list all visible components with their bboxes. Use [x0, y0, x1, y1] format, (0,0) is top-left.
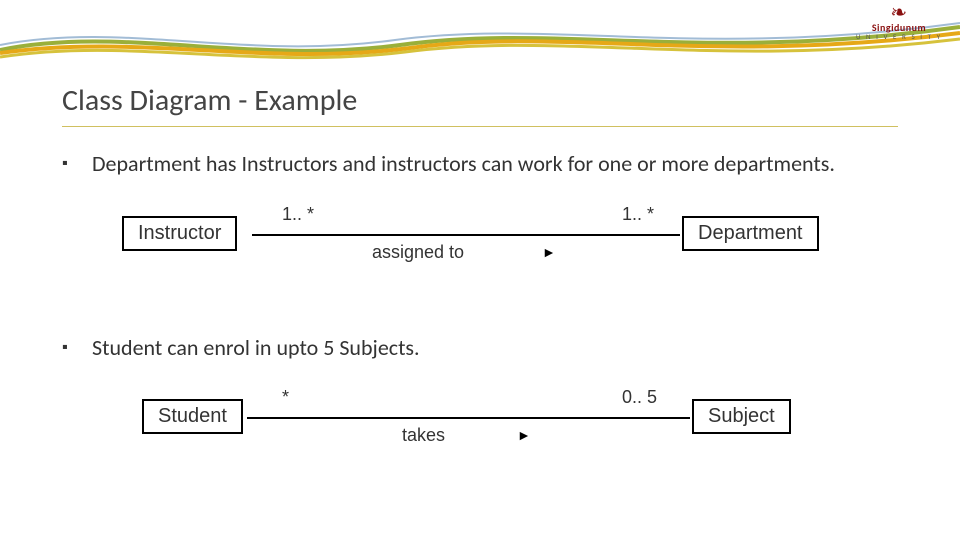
university-logo: ❧ Singidunum U N I V E R S I T Y: [856, 4, 942, 41]
class-box-subject: Subject: [692, 399, 791, 434]
slide: ❧ Singidunum U N I V E R S I T Y Class D…: [0, 0, 960, 540]
slide-content: ▪ Department has Instructors and instruc…: [62, 150, 898, 517]
association-label: takes: [402, 425, 445, 446]
direction-arrow-icon: ►: [542, 244, 556, 261]
association-line: [252, 234, 680, 236]
multiplicity-left: 1.. *: [282, 204, 314, 225]
uml-association-1: Instructor Department 1.. * 1.. * assign…: [122, 194, 898, 294]
university-subtitle: U N I V E R S I T Y: [856, 33, 942, 41]
association-line: [247, 417, 690, 419]
bullet-marker-icon: ▪: [62, 334, 92, 357]
association-label: assigned to: [372, 242, 464, 263]
uml-association-2: Student Subject * 0.. 5 takes ►: [122, 377, 898, 477]
bullet-item: ▪ Student can enrol in upto 5 Subjects.: [62, 334, 898, 363]
direction-arrow-icon: ►: [517, 427, 531, 444]
bullet-text: Department has Instructors and instructo…: [92, 150, 835, 179]
title-underline: [62, 126, 898, 127]
class-box-department: Department: [682, 216, 819, 251]
multiplicity-left: *: [282, 387, 289, 408]
bullet-item: ▪ Department has Instructors and instruc…: [62, 150, 898, 179]
multiplicity-right: 0.. 5: [622, 387, 657, 408]
bullet-text: Student can enrol in upto 5 Subjects.: [92, 334, 420, 363]
wave-decoration: [0, 15, 960, 65]
class-box-instructor: Instructor: [122, 216, 237, 251]
bullet-marker-icon: ▪: [62, 150, 92, 173]
crest-icon: ❧: [856, 4, 942, 22]
multiplicity-right: 1.. *: [622, 204, 654, 225]
slide-title: Class Diagram - Example: [62, 82, 357, 119]
class-box-student: Student: [142, 399, 243, 434]
